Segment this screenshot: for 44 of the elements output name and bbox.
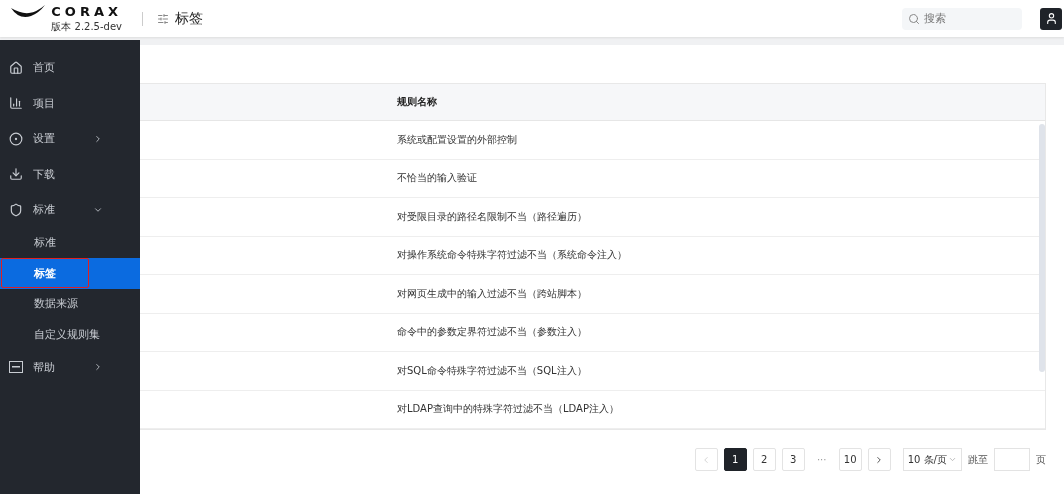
table-cell: 对网页生成中的输入过滤不当（跨站脚本） <box>397 286 587 301</box>
scrollbar[interactable] <box>1039 124 1045 372</box>
table-cell: 对LDAP查询中的特殊字符过滤不当（LDAP注入） <box>397 402 619 417</box>
help-icon <box>9 361 23 374</box>
shield-icon <box>9 202 23 217</box>
page-button[interactable]: 10 <box>838 448 862 471</box>
table-cell: 不恰当的输入验证 <box>397 171 477 186</box>
sidebar-item[interactable]: 帮助 <box>0 349 140 385</box>
user-icon <box>1044 12 1058 25</box>
page-size-select[interactable]: 10 条/页 <box>902 448 962 471</box>
sidebar-item[interactable]: 标准 <box>0 192 140 228</box>
jump-label: 跳至 <box>968 452 988 467</box>
version-label: 版本 2.2.5-dev <box>51 19 122 34</box>
sidebar-subitem[interactable]: 标准 <box>0 227 140 258</box>
page-button[interactable]: 1 <box>723 448 747 471</box>
table-cell: 系统或配置设置的外部控制 <box>397 132 517 147</box>
table-cell: 命令中的参数定界符过滤不当（参数注入） <box>397 325 587 340</box>
home-icon <box>9 60 23 75</box>
table-cell: 对受限目录的路径名限制不当（路径遍历） <box>397 209 587 224</box>
chart-icon <box>9 96 23 111</box>
page-suffix: 页 <box>1036 452 1046 467</box>
download-icon <box>9 167 23 182</box>
table-cell: 对SQL命令特殊字符过滤不当（SQL注入） <box>397 363 587 378</box>
sidebar-item[interactable]: 项目 <box>0 85 140 121</box>
chevron-down-icon <box>948 455 957 464</box>
table-cell: 对操作系统命令特殊字符过滤不当（系统命令注入） <box>397 248 627 263</box>
page-title: 标签 <box>175 9 203 28</box>
user-avatar-button[interactable] <box>1040 7 1062 30</box>
search-field[interactable]: 搜索 <box>902 7 1022 30</box>
page-button[interactable]: 2 <box>752 448 776 471</box>
sidebar-item[interactable]: 首页 <box>0 50 140 86</box>
sidebar-subitem[interactable]: 标签 <box>0 258 140 289</box>
sidebar-item[interactable]: 设置 <box>0 121 140 157</box>
brand-name: CORAX <box>51 4 122 19</box>
pagination-ellipsis: ··· <box>815 454 828 465</box>
sidebar-subitem[interactable]: 自定义规则集 <box>0 319 140 350</box>
column-header: 规则名称 <box>397 95 437 109</box>
next-page-button[interactable] <box>867 448 891 471</box>
page-button[interactable]: 3 <box>781 448 805 471</box>
sliders-icon <box>157 12 169 25</box>
sidebar-subitem[interactable]: 数据来源 <box>0 288 140 319</box>
jump-input-field[interactable] <box>994 448 1030 471</box>
sidebar-item[interactable]: 下载 <box>0 156 140 192</box>
settings-icon <box>9 131 23 146</box>
